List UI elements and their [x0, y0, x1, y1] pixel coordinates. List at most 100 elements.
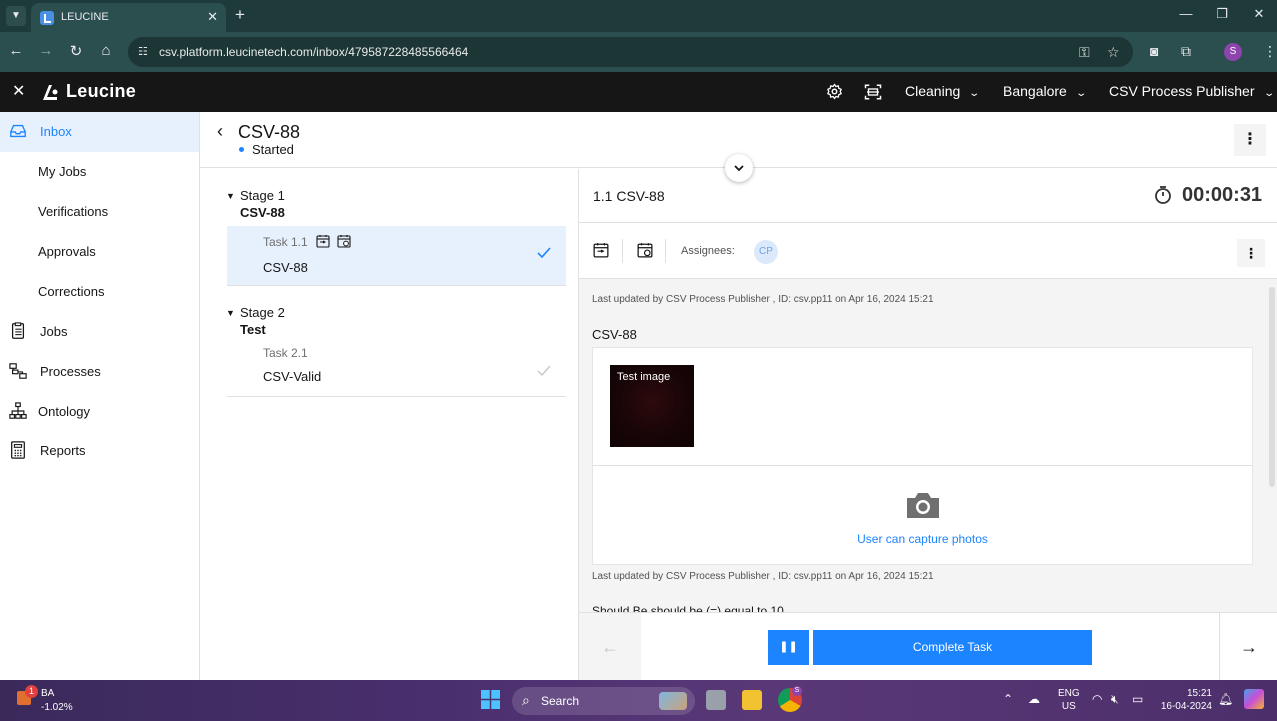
sidebar-item-label: Verifications [38, 204, 109, 219]
sidebar-item-ontology[interactable]: Ontology [0, 392, 199, 432]
window-close-icon[interactable]: ✕ [1249, 6, 1269, 22]
sidebar-item-verifications[interactable]: Verifications [0, 192, 199, 232]
taskbar-search[interactable]: ⌕ Search [512, 687, 695, 715]
stage-name[interactable]: Test [240, 322, 266, 337]
back-icon[interactable]: ← [6, 42, 26, 59]
previous-task-button[interactable]: ← [579, 613, 641, 680]
avatar[interactable]: CP [754, 240, 778, 264]
processes-icon [9, 363, 27, 379]
stage-label: Stage 2 [240, 305, 285, 320]
task-header: 1.1 CSV-88 00:00:31 [579, 169, 1277, 223]
browser-tab-bar: ▼ LEUCINE ✕ + — ❐ ✕ [0, 0, 1277, 32]
reload-icon[interactable]: ↻ [66, 42, 86, 60]
profile-avatar[interactable]: S [1224, 43, 1242, 61]
volume-muted-icon[interactable]: 🔇︎ [1111, 692, 1119, 707]
language-indicator[interactable]: ENG US [1058, 687, 1080, 713]
sidebar-item-inbox[interactable]: Inbox [0, 112, 199, 152]
back-chevron-icon[interactable]: ‹ [217, 121, 223, 142]
extensions-puzzle-icon[interactable]: ⧉ [1181, 43, 1191, 60]
forward-icon[interactable]: → [36, 42, 56, 59]
job-more-menu-icon[interactable]: ⋮ [1234, 124, 1266, 156]
schedule-due-icon[interactable] [637, 242, 653, 258]
tab-search-chevron-icon[interactable]: ▼ [6, 6, 26, 26]
sidebar-item-approvals[interactable]: Approvals [0, 232, 199, 272]
task-number: Task 1.1 [263, 235, 308, 249]
sidebar-item-label: Processes [40, 364, 101, 379]
language-code: ENG [1058, 688, 1080, 699]
stage-expand-icon[interactable]: ▼ [226, 191, 235, 201]
task-name: CSV-88 [263, 260, 308, 275]
minimize-icon[interactable]: — [1176, 6, 1196, 21]
scrollbar[interactable] [1269, 287, 1275, 487]
stage-expand-icon[interactable]: ▼ [226, 308, 235, 318]
leucine-favicon-icon [40, 11, 54, 25]
status-dot-icon [239, 147, 244, 152]
browser-menu-icon[interactable]: ⋮ [1263, 43, 1277, 60]
sidebar-item-jobs[interactable]: Jobs [0, 312, 199, 352]
schedule-start-icon[interactable] [593, 242, 609, 258]
wifi-icon[interactable]: ◠ [1092, 692, 1102, 706]
sidebar-item-corrections[interactable]: Corrections [0, 272, 199, 312]
sidebar-item-reports[interactable]: Reports [0, 431, 199, 471]
sidebar-item-my-jobs[interactable]: My Jobs [0, 152, 199, 192]
task-card[interactable]: Task 2.1 CSV-Valid [227, 337, 566, 397]
scan-icon[interactable] [864, 83, 882, 101]
media-thumbnail[interactable]: Test image [610, 365, 694, 447]
collapse-chevron-icon[interactable] [725, 154, 753, 182]
bookmark-star-icon[interactable]: ☆ [1107, 44, 1120, 61]
stage-label: Stage 1 [240, 188, 285, 203]
jobs-icon [11, 322, 25, 339]
clock-date: 16-04-2024 [1160, 701, 1212, 712]
task-view-icon[interactable] [706, 690, 726, 710]
brand-name: Leucine [66, 81, 137, 101]
windows-start-icon[interactable] [481, 690, 500, 709]
close-app-icon[interactable]: ✕ [12, 81, 25, 101]
site-info-icon[interactable]: ☷ [138, 45, 148, 58]
sidebar-item-label: Inbox [40, 124, 72, 139]
onedrive-cloud-icon[interactable]: ☁ [1028, 692, 1040, 706]
inbox-icon [10, 124, 26, 138]
restore-icon[interactable]: ❐ [1212, 6, 1232, 22]
new-tab-icon[interactable]: + [235, 5, 245, 25]
battery-icon[interactable]: ▭ [1132, 692, 1143, 706]
capture-photos-link[interactable]: User can capture photos [593, 532, 1252, 546]
reports-icon [11, 441, 25, 459]
stage-name[interactable]: CSV-88 [240, 205, 285, 220]
task-card[interactable]: Task 1.1 CSV-88 [227, 226, 566, 286]
complete-task-button[interactable]: Complete Task [813, 630, 1092, 665]
system-clock[interactable]: 15:21 16-04-2024 [1160, 687, 1212, 713]
next-task-button[interactable]: → [1219, 613, 1277, 680]
task-more-menu-icon[interactable]: ⋮ [1237, 239, 1265, 267]
divider [622, 239, 623, 263]
search-highlight-image [659, 692, 687, 710]
check-icon [537, 247, 551, 259]
address-bar[interactable]: ☷ csv.platform.leucinetech.com/inbox/479… [128, 37, 1133, 67]
notification-bell-icon[interactable]: 🔔︎ [1218, 692, 1233, 706]
sidebar-item-processes[interactable]: Processes [0, 352, 199, 392]
settings-gear-icon[interactable] [826, 83, 843, 100]
stock-ticker[interactable]: BA [41, 688, 54, 699]
browser-tab[interactable]: LEUCINE ✕ [31, 3, 226, 32]
divider [593, 465, 1252, 466]
tray-expand-icon[interactable]: ⌃ [1003, 692, 1013, 706]
schedule-due-icon [337, 235, 351, 248]
schedule-start-icon [316, 235, 330, 248]
sidebar-item-label: Approvals [38, 244, 96, 259]
last-updated-text: Last updated by CSV Process Publisher , … [592, 571, 934, 582]
camera-extension-icon[interactable]: ◙ [1150, 43, 1158, 59]
pause-button[interactable]: ❚❚ [768, 630, 809, 665]
tab-close-icon[interactable]: ✕ [207, 9, 218, 25]
sidebar: Inbox My Jobs Verifications Approvals Co… [0, 112, 200, 680]
camera-icon[interactable] [905, 490, 941, 520]
url-text[interactable]: csv.platform.leucinetech.com/inbox/47958… [159, 45, 468, 59]
assignees-label: Assignees: [681, 245, 735, 257]
facility-select[interactable]: Cleaning ⌄ [905, 83, 980, 99]
home-icon[interactable]: ⌂ [96, 42, 116, 59]
leucine-logo-icon [43, 85, 58, 100]
chevron-down-icon: ⌄ [1075, 88, 1087, 99]
copilot-icon[interactable] [1244, 689, 1264, 709]
role-select[interactable]: CSV Process Publisher ⌄ [1109, 83, 1275, 99]
password-key-icon[interactable]: ⚿ [1079, 44, 1090, 61]
location-select[interactable]: Bangalore ⌄ [1003, 83, 1087, 99]
file-explorer-icon[interactable] [742, 690, 762, 710]
